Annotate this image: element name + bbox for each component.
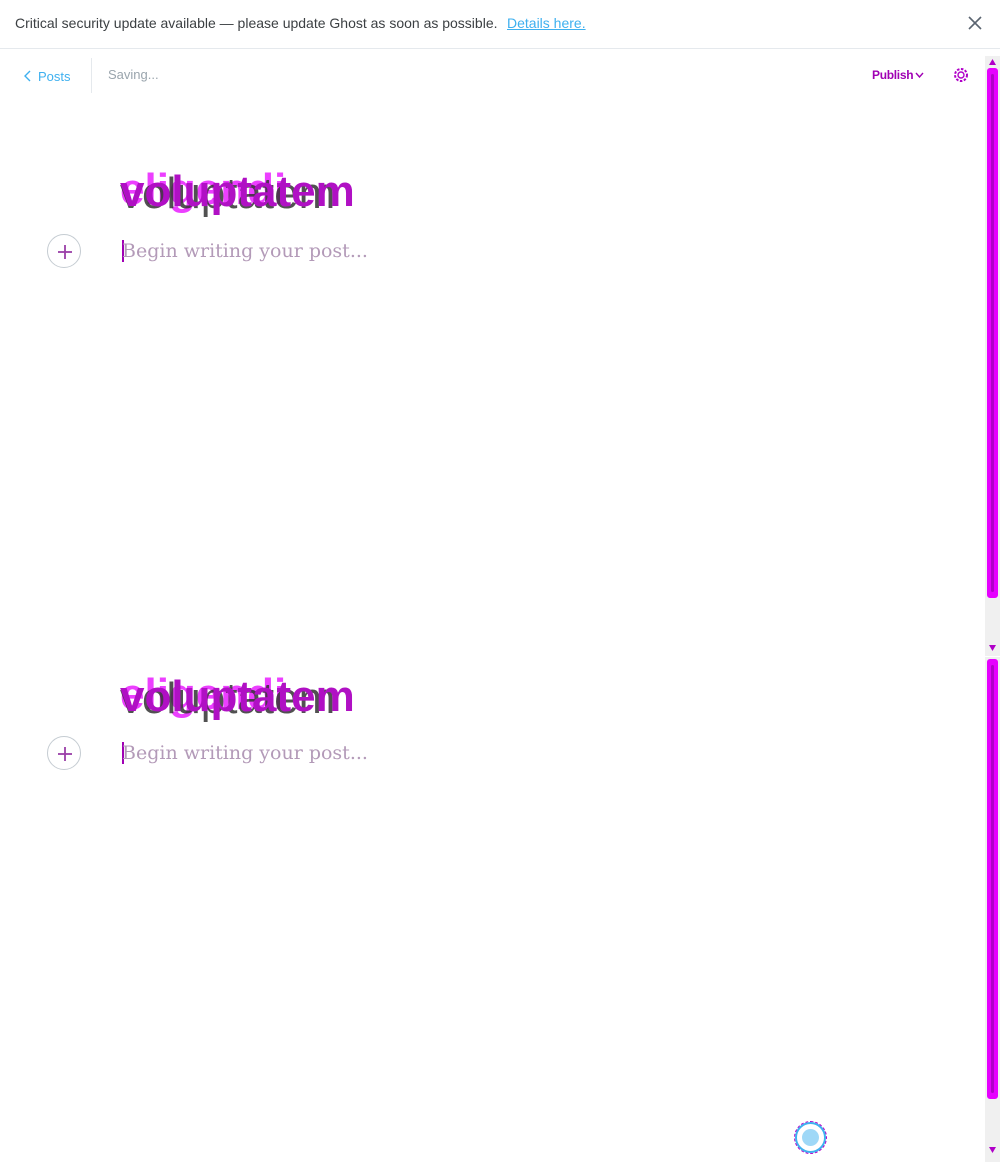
add-card-button[interactable] [47, 736, 81, 770]
scroll-down-icon[interactable] [988, 1146, 997, 1154]
scroll-up-icon[interactable] [988, 58, 997, 66]
publish-label: Publish [872, 68, 914, 82]
post-title[interactable]: voluptatem [120, 675, 355, 719]
plus-icon [58, 747, 72, 761]
post-title[interactable]: voluptatem [120, 170, 355, 214]
scrollbar-primary[interactable] [985, 56, 1000, 656]
scrollbar-thumb[interactable] [987, 68, 998, 598]
back-label: Posts [38, 68, 71, 84]
banner-details-link[interactable]: Details here. [507, 15, 586, 31]
scrollbar-thumb[interactable] [987, 659, 998, 1099]
plus-icon [58, 245, 72, 259]
publish-menu-button[interactable]: Publish [872, 68, 924, 82]
scrollbar-secondary[interactable] [985, 657, 1000, 1162]
editor-nav: Posts Saving... Publish [0, 50, 985, 100]
editor-pane-primary: Posts Saving... Publish eligendi volupta… [0, 50, 985, 595]
ghost-editor-page: Critical security update available — ple… [0, 0, 1000, 1162]
scroll-down-icon[interactable] [988, 644, 997, 652]
editor-pane-secondary: eligendi voluptatem voluptatem Begin wri… [0, 645, 985, 1150]
add-card-button[interactable] [47, 234, 81, 268]
gear-icon[interactable] [950, 64, 972, 86]
back-to-posts-link[interactable]: Posts [24, 66, 71, 86]
close-icon[interactable] [964, 12, 986, 34]
banner-message: Critical security update available — ple… [15, 15, 498, 31]
save-status: Saving... [108, 67, 159, 82]
help-icon [802, 1129, 819, 1146]
help-launcher-button[interactable] [794, 1121, 827, 1154]
nav-divider [91, 58, 92, 93]
post-body-editor[interactable]: Begin writing your post... [122, 240, 368, 262]
chevron-down-icon [915, 72, 924, 78]
chevron-left-icon [24, 70, 31, 82]
post-body-editor[interactable]: Begin writing your post... [122, 742, 368, 764]
security-banner: Critical security update available — ple… [0, 0, 1000, 49]
